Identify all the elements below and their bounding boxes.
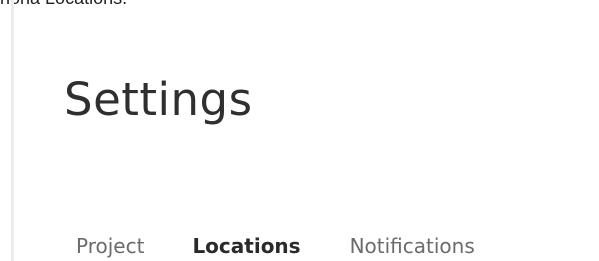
tab-notifications[interactable]: Notifications [350, 232, 475, 261]
tab-locations[interactable]: Locations [192, 232, 300, 261]
settings-page: nona Locations. Settings Project Locatio… [0, 0, 599, 261]
page-title: Settings [64, 73, 253, 126]
cropped-caption: nona Locations. [0, 0, 127, 8]
tab-project[interactable]: Project [58, 232, 144, 261]
left-divider [11, 0, 14, 261]
settings-tab-bar: Project Locations Notifications [58, 232, 475, 261]
